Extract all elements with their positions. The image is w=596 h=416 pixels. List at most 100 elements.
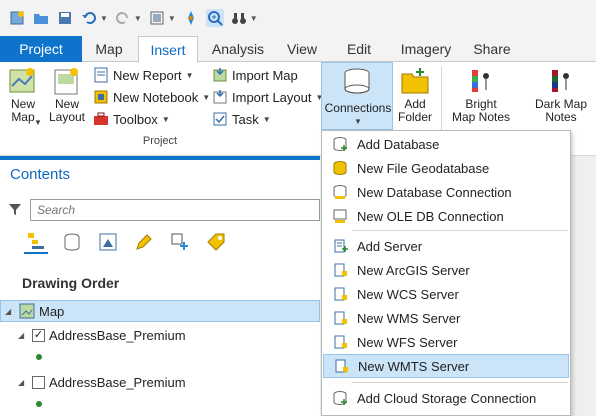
wfs-server-icon <box>329 334 351 350</box>
layer-symbol-icon <box>36 401 42 407</box>
undo-dropdown-icon[interactable]: ▼ <box>100 14 108 23</box>
map-tree-row[interactable]: ◢ Map <box>0 300 320 322</box>
list-by-snapping-icon[interactable] <box>168 230 192 254</box>
collapse-icon[interactable]: ◢ <box>18 331 28 340</box>
add-database-item[interactable]: Add Database <box>323 132 569 156</box>
new-map-label: New Map <box>10 97 35 124</box>
redo-dropdown-icon[interactable]: ▼ <box>134 14 142 23</box>
new-project-icon[interactable] <box>8 9 26 27</box>
list-by-editing-icon[interactable] <box>132 230 156 254</box>
new-report-label: New Report <box>113 67 182 83</box>
contents-pane: Contents Drawing Order ◢ Map ◢ <box>0 160 320 416</box>
dark-map-notes-button[interactable]: Dark Map Notes <box>530 66 592 124</box>
new-ole-db-connection-label: New OLE DB Connection <box>357 208 504 224</box>
binoculars-icon[interactable] <box>230 9 248 27</box>
layer-row[interactable]: ◢ ✓ AddressBase_Premium <box>18 328 186 343</box>
toolbox-button[interactable]: Toolbox ▼ <box>93 109 170 129</box>
collapse-icon[interactable]: ◢ <box>18 378 28 387</box>
new-arcgis-server-item[interactable]: New ArcGIS Server <box>323 258 569 282</box>
import-layout-label: Import Layout <box>232 89 312 105</box>
database-connection-icon <box>329 184 351 200</box>
new-report-dropdown-icon: ▼ <box>185 70 194 80</box>
list-by-drawing-order-icon[interactable] <box>24 230 48 254</box>
toolbox-icon <box>94 112 108 125</box>
undo-icon[interactable] <box>80 9 98 27</box>
navigate-icon[interactable] <box>182 9 200 27</box>
import-layout-button[interactable]: Import Layout ▼ <box>212 87 323 107</box>
layer-visibility-checkbox[interactable]: ✓ <box>32 329 45 342</box>
dark-map-notes-label: Dark Map Notes <box>534 97 587 124</box>
database-icon <box>341 67 373 100</box>
new-map-button[interactable]: New Map ▼ <box>4 66 42 127</box>
toolbox-dropdown-icon: ▼ <box>161 114 170 124</box>
import-map-label: Import Map <box>232 67 298 83</box>
new-notebook-button[interactable]: New Notebook ▼ <box>93 87 210 107</box>
tab-project[interactable]: Project <box>0 36 82 62</box>
tab-view[interactable]: View <box>278 36 326 62</box>
list-by-labeling-icon[interactable] <box>204 230 228 254</box>
bright-map-notes-icon <box>472 70 489 92</box>
view-dropdown-icon[interactable]: ▼ <box>168 14 176 23</box>
layer-row[interactable]: ◢ AddressBase_Premium <box>18 375 186 390</box>
new-layout-button[interactable]: New Layout <box>46 66 88 124</box>
task-label: Task <box>232 111 259 127</box>
ole-db-connection-icon <box>329 208 351 224</box>
new-wms-server-item[interactable]: New WMS Server <box>323 306 569 330</box>
new-wmts-server-item[interactable]: New WMTS Server <box>323 354 569 378</box>
tab-share[interactable]: Share <box>466 36 518 62</box>
map-label: Map <box>39 303 65 319</box>
view-icon[interactable] <box>148 9 166 27</box>
new-wfs-server-item[interactable]: New WFS Server <box>323 330 569 354</box>
list-by-selection-icon[interactable] <box>96 230 120 254</box>
layer-visibility-checkbox[interactable] <box>32 376 45 389</box>
notebook-icon <box>94 90 108 104</box>
tab-imagery[interactable]: Imagery <box>392 36 460 62</box>
search-input[interactable] <box>30 199 320 221</box>
report-icon <box>94 67 108 83</box>
zoom-icon[interactable] <box>205 9 224 27</box>
new-file-geodatabase-item[interactable]: New File Geodatabase <box>323 156 569 180</box>
save-project-icon[interactable] <box>56 9 74 27</box>
wmts-server-icon <box>330 358 352 374</box>
new-wcs-server-item[interactable]: New WCS Server <box>323 282 569 306</box>
map-icon <box>19 303 35 319</box>
add-cloud-storage-connection-item[interactable]: Add Cloud Storage Connection <box>323 386 569 410</box>
new-database-connection-item[interactable]: New Database Connection <box>323 180 569 204</box>
tab-edit[interactable]: Edit <box>336 36 382 62</box>
wcs-server-icon <box>329 286 351 302</box>
list-by-source-icon[interactable] <box>60 230 84 254</box>
bright-map-notes-button[interactable]: Bright Map Notes <box>450 66 512 124</box>
tab-map[interactable]: Map <box>84 36 134 62</box>
menu-separator <box>352 230 568 231</box>
customize-icon[interactable]: ▼ <box>250 14 258 23</box>
new-map-dropdown-icon: ▼ <box>34 118 42 127</box>
new-notebook-label: New Notebook <box>113 89 199 105</box>
quick-access-toolbar: ▼ ▼ ▼ ▼ <box>0 0 596 36</box>
import-layout-icon <box>213 90 227 104</box>
contents-view-icons <box>24 230 228 254</box>
new-arcgis-server-label: New ArcGIS Server <box>357 262 470 278</box>
connections-button[interactable]: Connections ▼ <box>321 62 393 130</box>
open-project-icon[interactable] <box>32 9 50 27</box>
add-folder-button[interactable]: Add Folder <box>395 66 435 124</box>
add-server-label: Add Server <box>357 238 423 254</box>
import-map-button[interactable]: Import Map <box>212 65 298 85</box>
collapse-icon[interactable]: ◢ <box>5 307 15 316</box>
task-button[interactable]: Task ▼ <box>212 109 271 129</box>
add-folder-label: Add Folder <box>397 97 432 124</box>
connections-label: Connections <box>324 101 392 115</box>
ribbon-tabs: Project Map Insert Analysis View Edit Im… <box>0 36 596 63</box>
new-wms-server-label: New WMS Server <box>357 310 461 326</box>
new-wmts-server-label: New WMTS Server <box>358 358 470 374</box>
new-layout-label: New Layout <box>48 97 86 124</box>
new-ole-db-connection-item[interactable]: New OLE DB Connection <box>323 204 569 228</box>
filter-icon[interactable] <box>8 202 22 219</box>
tab-insert[interactable]: Insert <box>138 36 198 63</box>
tab-analysis[interactable]: Analysis <box>204 36 272 62</box>
wms-server-icon <box>329 310 351 326</box>
new-database-connection-label: New Database Connection <box>357 184 512 200</box>
add-server-item[interactable]: Add Server <box>323 234 569 258</box>
new-report-button[interactable]: New Report ▼ <box>93 65 194 85</box>
toolbox-label: Toolbox <box>113 111 158 127</box>
redo-icon[interactable] <box>114 9 132 27</box>
